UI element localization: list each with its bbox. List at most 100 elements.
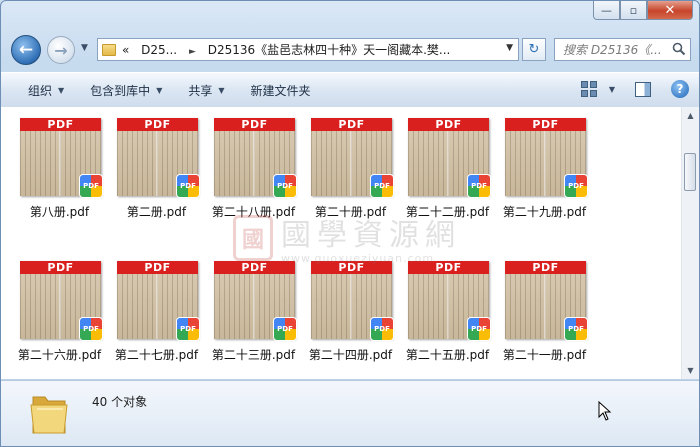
address-bar[interactable]: « D25... ► D25136《盐邑志林四十种》天一阁藏本.樊... ▼ (97, 38, 519, 61)
address-history-dropdown-icon[interactable]: ▼ (506, 43, 513, 53)
file-item[interactable]: PDF PDF 第二十七册.pdf (108, 259, 205, 369)
pdf-thumbnail: PDF PDF (117, 261, 200, 341)
pdf-thumbnail: PDF PDF (408, 261, 491, 341)
new-folder-button[interactable]: 新建文件夹 (238, 73, 324, 107)
new-folder-label: 新建文件夹 (250, 83, 311, 98)
pdf-thumbnail: PDF PDF (117, 118, 200, 198)
minimize-button[interactable]: — (593, 1, 620, 20)
pdf-thumbnail: PDF PDF (20, 118, 103, 198)
file-item[interactable]: PDF PDF 第二十八册.pdf (205, 116, 302, 226)
file-item[interactable]: PDF PDF 第二十一册.pdf (496, 259, 593, 369)
pdf-thumbnail: PDF PDF (214, 118, 297, 198)
file-item[interactable]: PDF PDF 第二十九册.pdf (496, 116, 593, 226)
details-pane: 40 个对象 (1, 380, 699, 446)
breadcrumb-current[interactable]: D25136《盐邑志林四十种》天一阁藏本.樊... (208, 43, 451, 57)
file-item[interactable]: PDF PDF 第二十四册.pdf (302, 259, 399, 369)
pdf-app-icon: PDF (564, 317, 588, 341)
recent-pages-dropdown-icon[interactable]: ▼ (81, 43, 88, 53)
file-name: 第二十一册.pdf (502, 348, 587, 362)
pdf-band-label: PDF (20, 261, 101, 274)
pdf-band-label: PDF (408, 261, 489, 274)
pdf-band-label: PDF (408, 118, 489, 131)
search-input[interactable] (561, 41, 677, 58)
folder-icon (30, 396, 68, 434)
help-button[interactable]: ? (671, 80, 689, 98)
pdf-band-label: PDF (214, 261, 295, 274)
include-in-library-label: 包含到库中 (90, 83, 151, 98)
file-item[interactable]: PDF PDF 第八册.pdf (11, 116, 108, 226)
pdf-band-label: PDF (20, 118, 101, 131)
pdf-band-label: PDF (505, 118, 586, 131)
pdf-thumbnail: PDF PDF (311, 118, 394, 198)
file-item[interactable]: PDF PDF 第二十五册.pdf (399, 259, 496, 369)
pdf-app-icon: PDF (467, 174, 491, 198)
organize-label: 组织 (28, 83, 53, 98)
file-name: 第二十三册.pdf (211, 348, 296, 362)
forward-button[interactable]: → (47, 36, 75, 64)
pdf-thumbnail: PDF PDF (408, 118, 491, 198)
refresh-button[interactable]: ↻ (522, 38, 546, 61)
pdf-band-label: PDF (117, 261, 198, 274)
file-name: 第二十二册.pdf (405, 205, 490, 219)
breadcrumb-overflow[interactable]: « (122, 43, 129, 57)
search-box[interactable] (554, 38, 691, 61)
back-button[interactable]: ← (11, 35, 41, 65)
pdf-thumbnail: PDF PDF (311, 261, 394, 341)
organize-menu[interactable]: 组织 ▼ (1, 73, 77, 107)
close-button[interactable]: ✕ (647, 1, 693, 20)
address-path: « D25... ► D25136《盐邑志林四十种》天一阁藏本.樊... (122, 41, 450, 58)
file-list[interactable]: PDF PDF 第八册.pdf PDF PDF 第二册.pdf PDF PDF 第二十八册.pd… (1, 107, 699, 379)
pdf-band-label: PDF (214, 118, 295, 131)
pdf-app-icon: PDF (79, 174, 103, 198)
breadcrumb-parent[interactable]: D25... (141, 43, 177, 57)
share-label: 共享 (188, 83, 213, 98)
pdf-app-icon: PDF (273, 174, 297, 198)
breadcrumb-separator-icon[interactable]: ► (189, 47, 196, 57)
file-name: 第二十六册.pdf (17, 348, 102, 362)
file-name: 第二十册.pdf (314, 205, 387, 219)
item-count: 40 个对象 (92, 395, 148, 409)
file-item[interactable]: PDF PDF 第二十册.pdf (302, 116, 399, 226)
pdf-thumbnail: PDF PDF (505, 261, 588, 341)
file-name: 第二十五册.pdf (405, 348, 490, 362)
pdf-band-label: PDF (505, 261, 586, 274)
file-name: 第二册.pdf (126, 205, 187, 219)
pdf-app-icon: PDF (370, 174, 394, 198)
scroll-down-icon[interactable]: ▼ (682, 362, 699, 379)
file-name: 第八册.pdf (29, 205, 90, 219)
maximize-button[interactable]: ▫ (620, 1, 647, 20)
share-menu[interactable]: 共享 ▼ (175, 73, 237, 107)
explorer-window: — ▫ ✕ ← → ▼ « D25... ► D25136《盐邑志林四十种》天一… (0, 0, 700, 447)
file-item[interactable]: PDF PDF 第二册.pdf (108, 116, 205, 226)
large-icons-view-icon (580, 81, 597, 97)
pdf-app-icon: PDF (176, 174, 200, 198)
include-in-library-menu[interactable]: 包含到库中 ▼ (77, 73, 175, 107)
toolbar-right-group: ▼ ? (580, 80, 689, 98)
search-icon[interactable] (672, 42, 686, 56)
file-name: 第二十七册.pdf (114, 348, 199, 362)
pdf-thumbnail: PDF PDF (214, 261, 297, 341)
file-item[interactable]: PDF PDF 第二十六册.pdf (11, 259, 108, 369)
folder-icon (102, 43, 116, 56)
change-view-button[interactable]: ▼ (580, 81, 615, 97)
file-name: 第二十四册.pdf (308, 348, 393, 362)
scroll-up-icon[interactable]: ▲ (682, 107, 699, 124)
scrollbar-thumb[interactable] (684, 153, 696, 191)
chevron-down-icon[interactable]: ▼ (609, 85, 615, 94)
pdf-band-label: PDF (117, 118, 198, 131)
chevron-down-icon: ▼ (58, 85, 65, 95)
pdf-band-label: PDF (311, 261, 392, 274)
vertical-scrollbar[interactable]: ▲ ▼ (681, 107, 699, 379)
file-item[interactable]: PDF PDF 第二十三册.pdf (205, 259, 302, 369)
caption-buttons: — ▫ ✕ (593, 1, 693, 20)
pdf-app-icon: PDF (564, 174, 588, 198)
preview-pane-icon[interactable] (635, 81, 651, 97)
pdf-app-icon: PDF (273, 317, 297, 341)
pdf-band-label: PDF (311, 118, 392, 131)
command-bar: 组织 ▼ 包含到库中 ▼ 共享 ▼ 新建文件夹 ▼ ? (1, 72, 699, 108)
pdf-app-icon: PDF (467, 317, 491, 341)
pdf-app-icon: PDF (176, 317, 200, 341)
pdf-app-icon: PDF (79, 317, 103, 341)
file-item[interactable]: PDF PDF 第二十二册.pdf (399, 116, 496, 226)
pdf-thumbnail: PDF PDF (20, 261, 103, 341)
